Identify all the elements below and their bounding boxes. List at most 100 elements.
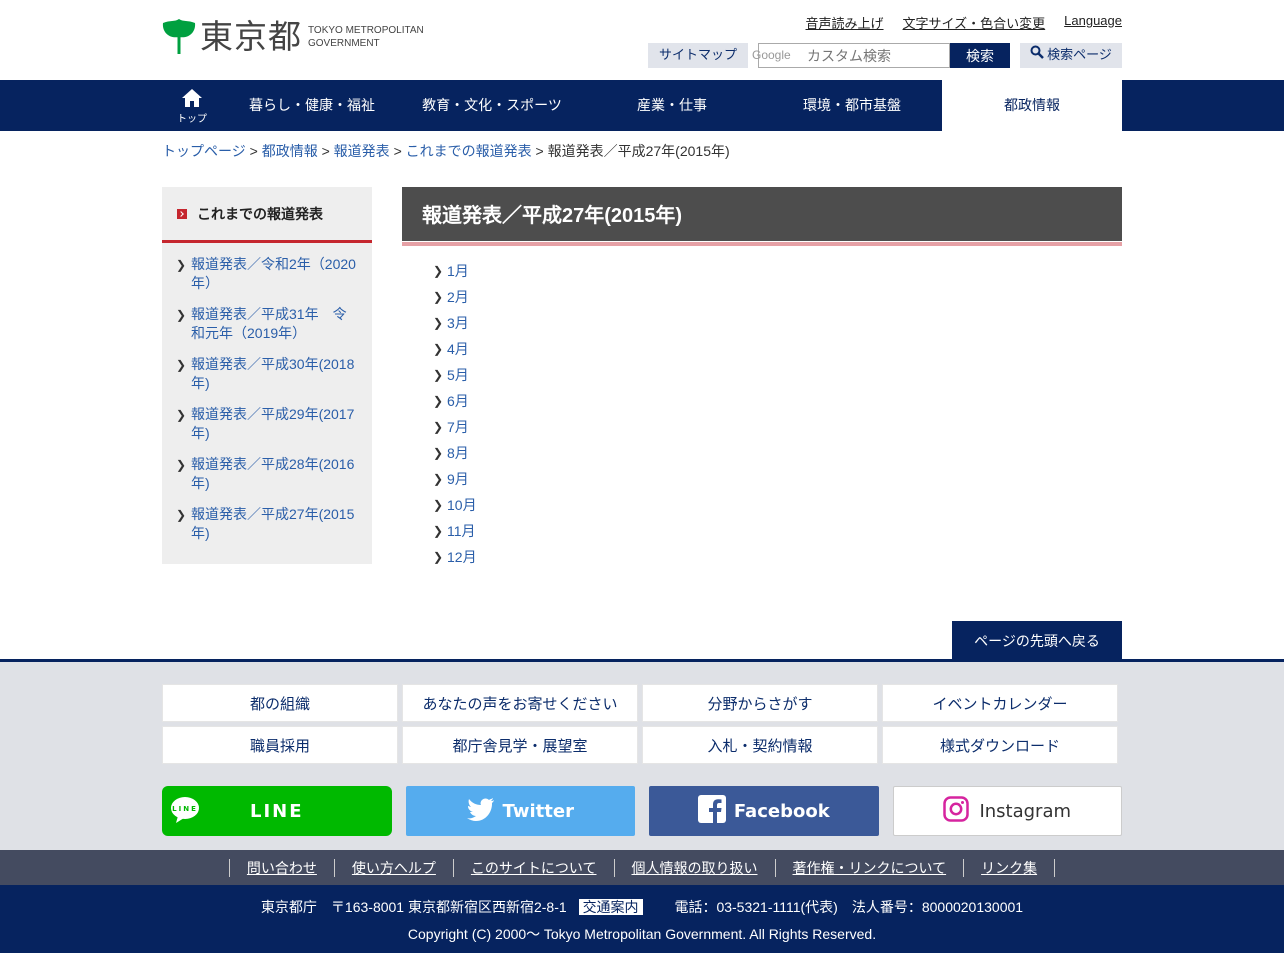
chevron-right-icon: ❯ — [433, 446, 444, 460]
breadcrumb-separator: > — [321, 143, 330, 159]
breadcrumb-home[interactable]: トップページ — [162, 143, 246, 159]
search-button[interactable]: 検索 — [950, 43, 1010, 68]
breadcrumb-press-releases[interactable]: 報道発表 — [334, 143, 390, 159]
month-link-3[interactable]: ❯ 3月 — [433, 310, 477, 336]
chevron-right-icon: ❯ — [433, 524, 444, 538]
footer-link-organization[interactable]: 都の組織 — [162, 684, 398, 722]
footer-contact-link[interactable]: 問い合わせ — [228, 858, 334, 877]
facebook-button[interactable]: Facebook — [649, 786, 879, 836]
month-link-7[interactable]: ❯ 7月 — [433, 414, 477, 440]
month-label[interactable]: 12月 — [447, 547, 477, 567]
month-label[interactable]: 6月 — [447, 391, 469, 411]
sidebar-item-2015[interactable]: ❯ 報道発表／平成27年(2015年) — [176, 505, 358, 543]
chevron-right-icon: ❯ — [433, 316, 444, 330]
month-link-10[interactable]: ❯ 10月 — [433, 492, 477, 518]
instagram-button[interactable]: Instagram — [892, 786, 1122, 836]
chevron-right-icon: ❯ — [433, 264, 444, 278]
month-label[interactable]: 10月 — [447, 495, 477, 515]
logo-english-line2: GOVERNMENT — [308, 38, 380, 49]
footer-link-bidding[interactable]: 入札・契約情報 — [642, 726, 878, 764]
sidebar-heading-label: これまでの報道発表 — [197, 205, 323, 222]
google-brand-label: Google — [752, 48, 791, 62]
ginkgo-leaf-icon — [162, 19, 196, 55]
month-label[interactable]: 7月 — [447, 417, 469, 437]
sidebar-item-2016[interactable]: ❯ 報道発表／平成28年(2016年) — [176, 455, 358, 493]
nav-government-info[interactable]: 都政情報 — [942, 80, 1122, 131]
breadcrumb-current: 報道発表／平成27年(2015年) — [547, 143, 730, 159]
breadcrumb-government-info[interactable]: 都政情報 — [262, 143, 318, 159]
footer-link-feedback[interactable]: あなたの声をお寄せください — [402, 684, 638, 722]
month-list: ❯ 1月 ❯ 2月 ❯ 3月 ❯ 4月 ❯ 5月 ❯ 6月 ❯ 7月 ❯ 8月 ❯ 9月 ❯ 10月… — [433, 258, 477, 570]
nav-top[interactable]: トップ — [162, 80, 222, 131]
facebook-label: Facebook — [733, 800, 830, 822]
chevron-right-icon: ❯ — [433, 394, 444, 408]
breadcrumb-past-releases[interactable]: これまでの報道発表 — [406, 143, 532, 159]
month-link-12[interactable]: ❯ 12月 — [433, 544, 477, 570]
month-label[interactable]: 1月 — [447, 261, 469, 281]
month-label[interactable]: 9月 — [447, 469, 469, 489]
month-link-4[interactable]: ❯ 4月 — [433, 336, 477, 362]
footer-help-link[interactable]: 使い方ヘルプ — [333, 858, 453, 877]
footer-link-building-tour[interactable]: 都庁舎見学・展望室 — [402, 726, 638, 764]
nav-education-culture-sports[interactable]: 教育・文化・スポーツ — [402, 80, 582, 131]
month-link-2[interactable]: ❯ 2月 — [433, 284, 477, 310]
text-size-color-link[interactable]: 文字サイズ・色合い変更 — [903, 13, 1046, 32]
utility-links: 音声読み上げ 文字サイズ・色合い変更 Language — [806, 13, 1122, 32]
nav-living-health-welfare[interactable]: 暮らし・健康・福祉 — [222, 80, 402, 131]
access-link[interactable]: 交通案内 — [578, 899, 643, 915]
breadcrumb-separator: > — [393, 143, 402, 159]
footer-copyright-link[interactable]: 著作権・リンクについて — [774, 858, 964, 877]
sidebar-item-label: 報道発表／平成30年(2018年) — [191, 356, 355, 391]
month-label[interactable]: 5月 — [447, 365, 469, 385]
sidebar-item-label: 報道発表／令和2年（2020年） — [191, 256, 356, 291]
nav-top-label: トップ — [177, 113, 207, 125]
nav-industry-work[interactable]: 産業・仕事 — [582, 80, 762, 131]
twitter-bird-icon — [466, 797, 495, 826]
sidebar-item-2019[interactable]: ❯ 報道発表／平成31年 令和元年（2019年） — [176, 305, 358, 343]
month-link-8[interactable]: ❯ 8月 — [433, 440, 477, 466]
footer-link-forms-download[interactable]: 様式ダウンロード — [882, 726, 1118, 764]
footer-link-search-by-field[interactable]: 分野からさがす — [642, 684, 878, 722]
search-page-button[interactable]: 検索ページ — [1020, 43, 1122, 68]
month-link-11[interactable]: ❯ 11月 — [433, 518, 477, 544]
sidebar-item-label: 報道発表／平成31年 令和元年（2019年） — [191, 306, 347, 341]
breadcrumb-separator: > — [249, 143, 258, 159]
nav-environment-infrastructure[interactable]: 環境・都市基盤 — [762, 80, 942, 131]
line-label: LINE — [249, 800, 304, 822]
month-label[interactable]: 4月 — [447, 339, 469, 359]
sidebar-item-2020[interactable]: ❯ 報道発表／令和2年（2020年） — [176, 255, 358, 293]
search-page-label: 検索ページ — [1047, 48, 1112, 63]
chevron-right-icon: ❯ — [176, 308, 187, 322]
month-label[interactable]: 3月 — [447, 313, 469, 333]
footer-bottom: 東京都庁 〒163-8001 東京都新宿区西新宿2-8-1 交通案内 電話：03… — [0, 885, 1284, 953]
footer-about-link[interactable]: このサイトについて — [452, 858, 614, 877]
footer-link-recruitment[interactable]: 職員採用 — [162, 726, 398, 764]
sitemap-button[interactable]: サイトマップ — [648, 43, 748, 68]
chevron-right-icon: ❯ — [433, 498, 444, 512]
site-logo[interactable]: 東京都 TOKYO METROPOLITAN GOVERNMENT — [162, 19, 424, 55]
month-link-1[interactable]: ❯ 1月 — [433, 258, 477, 284]
sidebar-item-2018[interactable]: ❯ 報道発表／平成30年(2018年) — [176, 355, 358, 393]
footer-link-event-calendar[interactable]: イベントカレンダー — [882, 684, 1118, 722]
line-button[interactable]: LINE LINE — [162, 786, 392, 836]
month-label[interactable]: 8月 — [447, 443, 469, 463]
site-header: 東京都 TOKYO METROPOLITAN GOVERNMENT 音声読み上げ… — [0, 0, 1284, 80]
language-link[interactable]: Language — [1064, 13, 1122, 32]
chevron-right-icon: ❯ — [433, 550, 444, 564]
footer-privacy-link[interactable]: 個人情報の取り扱い — [613, 858, 775, 877]
footer-link-collection[interactable]: リンク集 — [963, 858, 1056, 877]
month-link-6[interactable]: ❯ 6月 — [433, 388, 477, 414]
back-to-top-button[interactable]: ページの先頭へ戻る — [952, 621, 1122, 660]
month-label[interactable]: 11月 — [447, 521, 476, 541]
sidebar-list: ❯ 報道発表／令和2年（2020年） ❯ 報道発表／平成31年 令和元年（2019年… — [162, 243, 372, 543]
address-line: 東京都庁 〒163-8001 東京都新宿区西新宿2-8-1 交通案内 電話：03… — [0, 897, 1284, 917]
chevron-right-icon: ❯ — [433, 368, 444, 382]
month-link-5[interactable]: ❯ 5月 — [433, 362, 477, 388]
month-link-9[interactable]: ❯ 9月 — [433, 466, 477, 492]
home-icon — [181, 88, 203, 112]
sidebar-item-2017[interactable]: ❯ 報道発表／平成29年(2017年) — [176, 405, 358, 443]
month-label[interactable]: 2月 — [447, 287, 469, 307]
voice-reading-link[interactable]: 音声読み上げ — [806, 13, 884, 32]
twitter-button[interactable]: Twitter — [405, 786, 635, 836]
chevron-right-icon: ❯ — [433, 342, 444, 356]
